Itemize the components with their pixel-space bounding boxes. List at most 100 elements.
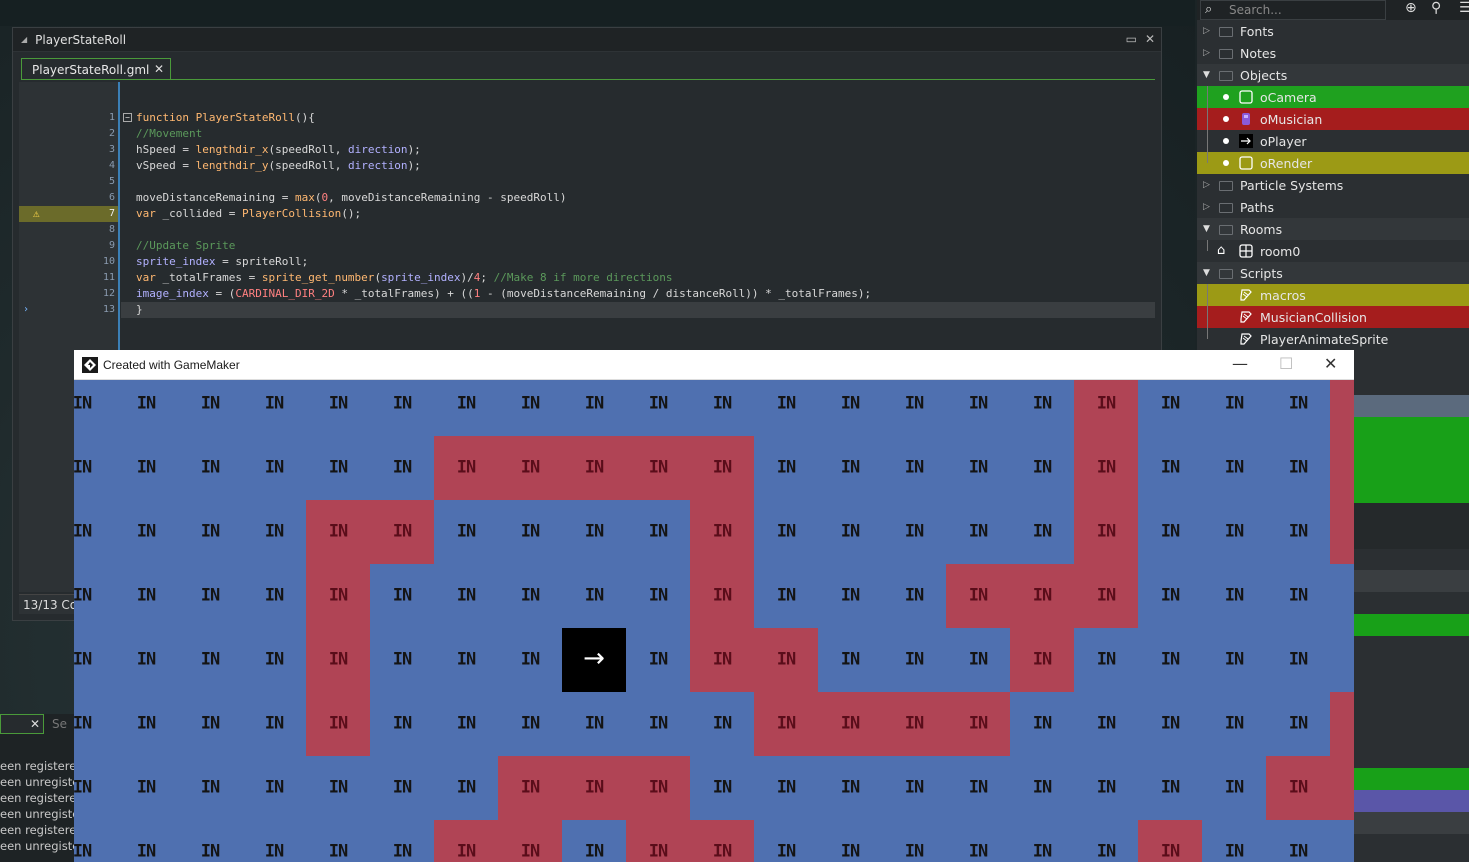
- player-sprite[interactable]: →: [562, 628, 626, 692]
- close-icon[interactable]: ✕: [1324, 354, 1337, 373]
- code-line[interactable]: //Update Sprite: [121, 238, 1155, 254]
- code-line[interactable]: [121, 222, 1155, 238]
- add-icon[interactable]: ⊕: [1405, 0, 1417, 16]
- tile-label: IN: [1160, 521, 1181, 542]
- wall-tile: IN: [306, 692, 370, 756]
- tree-item-macros[interactable]: macros: [1197, 284, 1469, 306]
- tab-close-icon[interactable]: ✕: [154, 62, 164, 76]
- floor-tile: IN: [434, 564, 498, 628]
- code-line[interactable]: image_index = (CARDINAL_DIR_2D * _totalF…: [121, 286, 1155, 302]
- tree-item-label: Paths: [1240, 199, 1274, 215]
- floor-tile: IN: [818, 380, 882, 436]
- search-input[interactable]: Search...: [1200, 0, 1386, 20]
- tile-label: IN: [1160, 841, 1181, 862]
- collapse-icon[interactable]: ◢: [21, 35, 27, 44]
- search-icon: ⌕: [1205, 2, 1213, 17]
- tree-item-oplayer[interactable]: oPlayer: [1197, 130, 1469, 152]
- floor-tile: IN: [1010, 500, 1074, 564]
- editor-title-bar[interactable]: ◢ PlayerStateRoll ▭ ✕: [13, 28, 1161, 52]
- tree-item-notes[interactable]: ▷ Notes: [1197, 42, 1469, 64]
- editor-window-title: PlayerStateRoll: [35, 32, 127, 47]
- tile-label: IN: [456, 585, 477, 606]
- visibility-dot-icon[interactable]: [1223, 138, 1229, 144]
- code-line[interactable]: }: [121, 302, 1155, 318]
- close-icon[interactable]: ✕: [1145, 32, 1155, 46]
- fold-toggle-icon[interactable]: −: [123, 113, 132, 122]
- tile-label: IN: [200, 457, 221, 478]
- visibility-dot-icon[interactable]: [1223, 160, 1229, 166]
- floor-tile: IN: [178, 436, 242, 500]
- floor-tile: IN: [114, 436, 178, 500]
- floor-tile: IN: [1330, 564, 1354, 628]
- tree-item-scripts[interactable]: ▼ Scripts: [1197, 262, 1469, 284]
- floor-tile: IN: [1266, 820, 1330, 862]
- expand-arrow-icon[interactable]: ▷: [1203, 26, 1210, 36]
- collapse-arrow-icon[interactable]: ▼: [1203, 70, 1210, 80]
- game-title-bar[interactable]: Created with GameMaker — ☐ ✕: [74, 350, 1354, 380]
- tile-label: IN: [392, 649, 413, 670]
- floor-tile: IN: [74, 564, 114, 628]
- code-line[interactable]: hSpeed = lengthdir_x(speedRoll, directio…: [121, 142, 1155, 158]
- collapse-arrow-icon[interactable]: ▼: [1203, 224, 1210, 234]
- tree-item-omusician[interactable]: oMusician: [1197, 108, 1469, 130]
- tile-label: IN: [584, 393, 605, 414]
- tree-item-playeranimatesprite[interactable]: PlayerAnimateSprite: [1197, 328, 1469, 350]
- tile-label: IN: [648, 777, 669, 798]
- tile-label: IN: [1096, 649, 1117, 670]
- maximize-icon[interactable]: ☐: [1279, 354, 1293, 373]
- collapse-arrow-icon[interactable]: ▼: [1203, 268, 1210, 278]
- floor-tile: IN: [370, 380, 434, 436]
- line-number: 6: [108, 192, 115, 203]
- filter-icon[interactable]: ⚲: [1431, 0, 1441, 16]
- code-line[interactable]: vSpeed = lengthdir_y(speedRoll, directio…: [121, 158, 1155, 174]
- wall-tile: IN: [690, 564, 754, 628]
- tile-label: IN: [328, 777, 349, 798]
- visibility-dot-icon[interactable]: [1223, 116, 1229, 122]
- tab-playerstateroll[interactable]: PlayerStateRoll.gml ✕: [21, 58, 171, 80]
- tree-item-fonts[interactable]: ▷ Fonts: [1197, 20, 1469, 42]
- wall-tile: IN: [1330, 436, 1354, 500]
- code-line[interactable]: function PlayerStateRoll(){−: [121, 110, 1155, 126]
- current-line-marker-icon: ›: [23, 304, 30, 315]
- tile-label: IN: [840, 649, 861, 670]
- expand-arrow-icon[interactable]: ▷: [1203, 48, 1210, 58]
- output-tab[interactable]: ✕: [0, 714, 44, 734]
- warning-icon[interactable]: ⚠: [33, 208, 40, 220]
- tile-label: IN: [712, 585, 733, 606]
- tile-label: IN: [328, 713, 349, 734]
- expand-arrow-icon[interactable]: ▷: [1203, 180, 1210, 190]
- tile-label: IN: [1160, 649, 1181, 670]
- tab-label: PlayerStateRoll.gml: [32, 62, 150, 77]
- tree-item-orender[interactable]: oRender: [1197, 152, 1469, 174]
- code-line[interactable]: sprite_index = spriteRoll;: [121, 254, 1155, 270]
- tree-item-ocamera[interactable]: oCamera: [1197, 86, 1469, 108]
- code-line[interactable]: moveDistanceRemaining = max(0, moveDista…: [121, 190, 1155, 206]
- tile-label: IN: [1353, 586, 1354, 606]
- game-room-view[interactable]: IN IN IN IN IN IN IN IN IN IN IN IN IN IN IN IN IN IN IN IN…: [74, 380, 1354, 862]
- code-line[interactable]: var _collided = PlayerCollision();: [121, 206, 1155, 222]
- output-tab-2[interactable]: Se: [52, 717, 67, 731]
- floor-tile: IN: [178, 564, 242, 628]
- menu-icon[interactable]: ☰: [1459, 0, 1469, 16]
- code-line[interactable]: //Movement: [121, 126, 1155, 142]
- visibility-dot-icon[interactable]: [1223, 94, 1229, 100]
- tree-item-musiciancollision[interactable]: MusicianCollision: [1197, 306, 1469, 328]
- code-line[interactable]: [121, 174, 1155, 190]
- wall-tile: IN: [498, 436, 562, 500]
- code-line[interactable]: var _totalFrames = sprite_get_number(spr…: [121, 270, 1155, 286]
- maximize-icon[interactable]: ▭: [1126, 32, 1137, 46]
- minimize-icon[interactable]: —: [1232, 354, 1248, 373]
- game-window[interactable]: Created with GameMaker — ☐ ✕ IN IN IN IN IN I…: [74, 350, 1354, 862]
- tree-item-objects[interactable]: ▼ Objects: [1197, 64, 1469, 86]
- tree-item-rooms[interactable]: ▼ Rooms: [1197, 218, 1469, 240]
- tree-item-paths[interactable]: ▷ Paths: [1197, 196, 1469, 218]
- tile-label: IN: [1224, 841, 1245, 862]
- tile-label: IN: [1353, 394, 1354, 414]
- output-tab-close-icon[interactable]: ✕: [30, 717, 40, 731]
- tile-label: IN: [1032, 521, 1053, 542]
- expand-arrow-icon[interactable]: ▷: [1203, 202, 1210, 212]
- wall-tile: IN: [626, 820, 690, 862]
- tree-item-room0[interactable]: ⌂ room0: [1197, 240, 1469, 262]
- tree-item-particle-systems[interactable]: ▷ Particle Systems: [1197, 174, 1469, 196]
- tile-label: IN: [1096, 841, 1117, 862]
